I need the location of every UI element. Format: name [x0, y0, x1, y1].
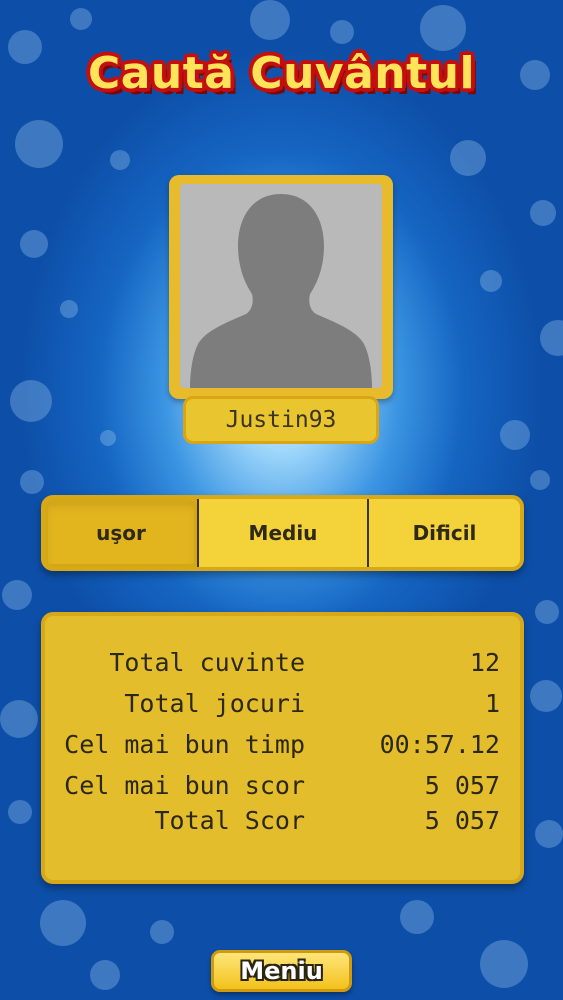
- stat-label: Total Scor: [154, 806, 305, 835]
- stat-row: Total jocuri 1: [45, 689, 520, 727]
- stat-label: Total jocuri: [124, 689, 305, 718]
- tab-usor[interactable]: uşor: [45, 499, 199, 567]
- stat-row: Total Scor 5 057: [45, 806, 520, 844]
- menu-button[interactable]: Meniu: [211, 950, 352, 992]
- stat-row: Cel mai bun scor 5 057: [45, 771, 520, 809]
- stat-value: 1: [484, 689, 500, 718]
- person-silhouette-icon: [180, 184, 382, 388]
- stat-label: Cel mai bun timp: [64, 730, 305, 759]
- username-label: Justin93: [183, 396, 379, 444]
- tab-dificil[interactable]: Dificil: [369, 499, 520, 567]
- stat-row: Cel mai bun timp 00:57.12: [45, 730, 520, 768]
- stat-label: Total cuvinte: [109, 648, 305, 677]
- stats-panel: Total cuvinte 12 Total jocuri 1 Cel mai …: [41, 612, 524, 884]
- stat-row: Total cuvinte 12: [45, 648, 520, 686]
- stat-label: Cel mai bun scor: [64, 771, 305, 800]
- stat-value: 12: [469, 648, 500, 677]
- tab-mediu[interactable]: Mediu: [199, 499, 369, 567]
- stat-value: 5 057: [424, 771, 500, 800]
- profile-avatar[interactable]: [169, 175, 393, 399]
- difficulty-tabs: uşor Mediu Dificil: [41, 495, 524, 571]
- stat-value: 5 057: [424, 806, 500, 835]
- app-title: Caută Cuvântul: [87, 48, 476, 99]
- stat-value: 00:57.12: [379, 730, 500, 759]
